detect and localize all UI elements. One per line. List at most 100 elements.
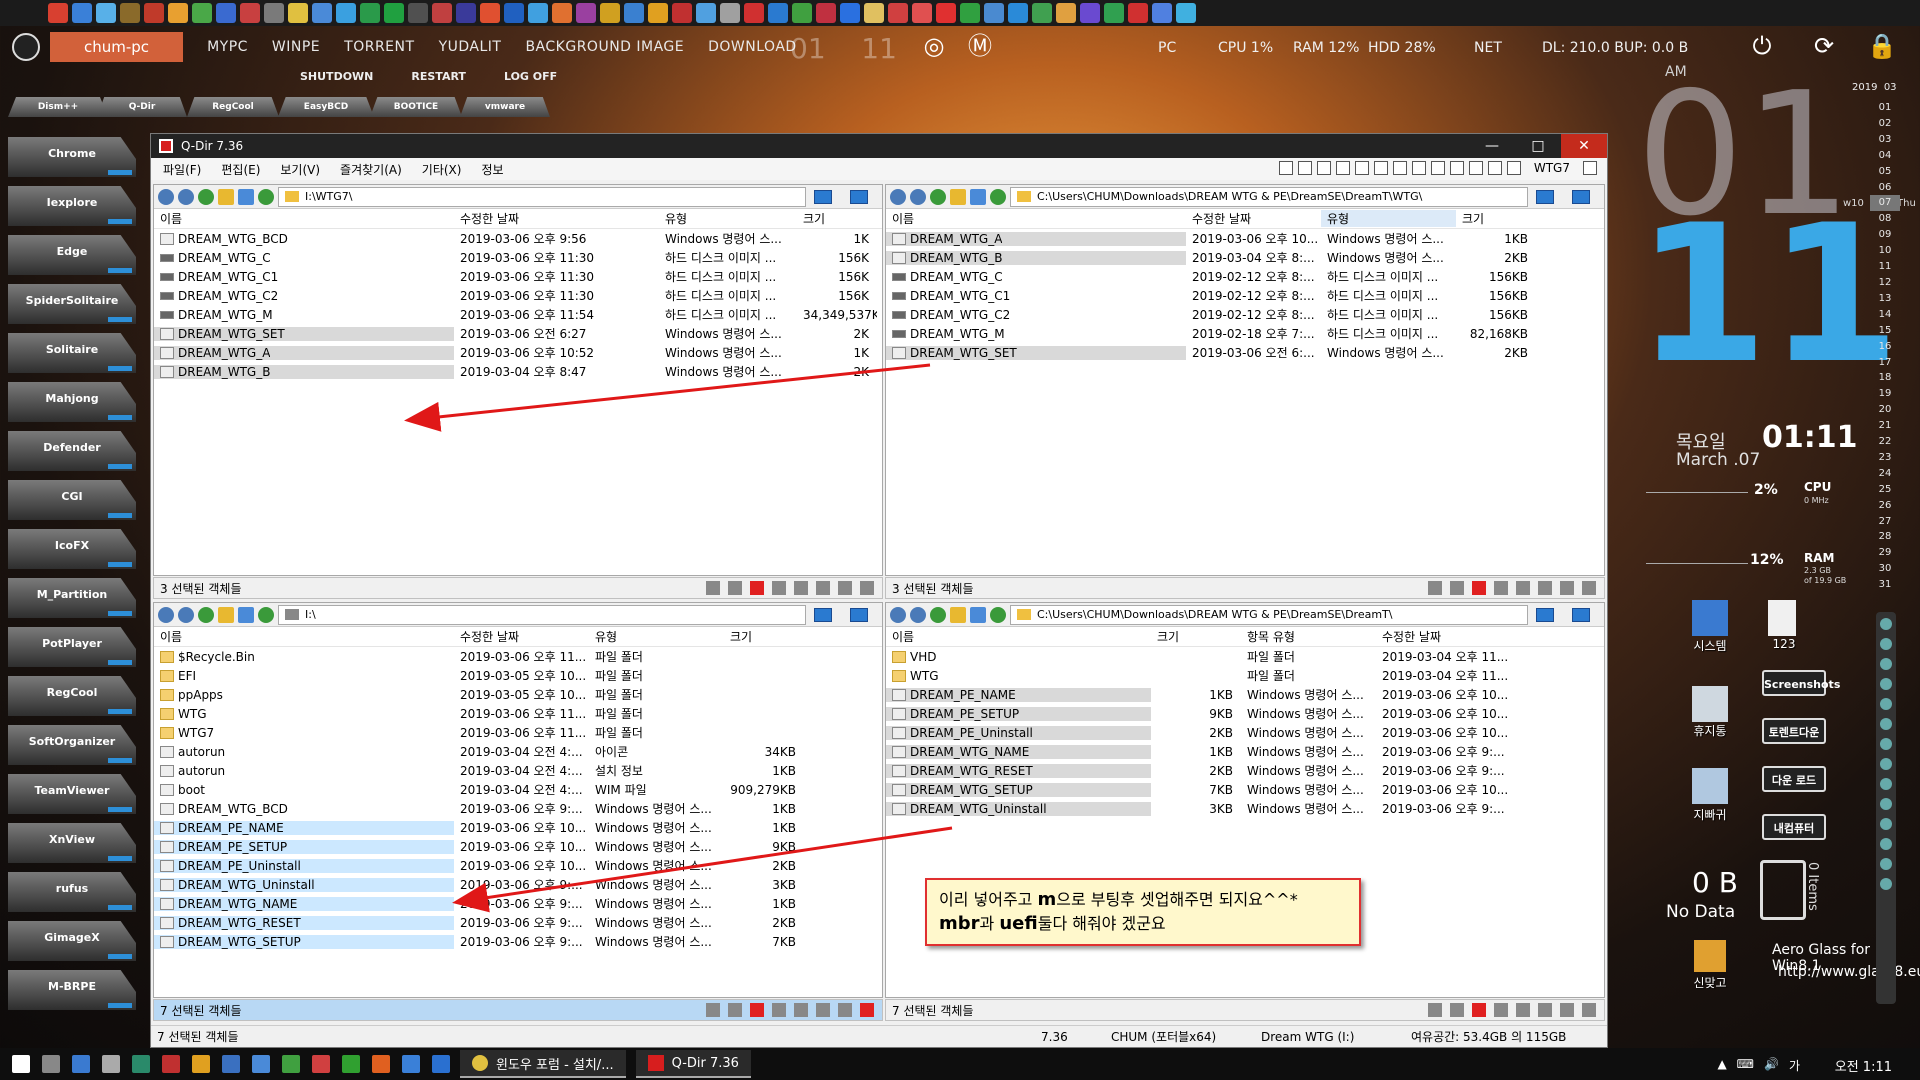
forward-icon[interactable] xyxy=(178,188,194,205)
launcher-app-icon[interactable] xyxy=(1080,3,1100,23)
menu-file[interactable]: 파일(F) xyxy=(163,161,201,178)
dock-icon[interactable] xyxy=(1880,798,1892,810)
title-bar[interactable]: Q-Dir 7.36 — □ ✕ xyxy=(151,134,1607,158)
cut-icon[interactable] xyxy=(1494,1003,1508,1017)
layout-icon[interactable] xyxy=(1316,161,1331,175)
launcher-app-icon[interactable] xyxy=(1152,3,1172,23)
file-row[interactable]: autorun 2019-03-04 오전 4:... 아이콘 34KB xyxy=(154,742,882,761)
paste-icon[interactable] xyxy=(1538,1003,1552,1017)
launcher-app-icon[interactable] xyxy=(936,3,956,23)
side-launcher-item[interactable]: Edge xyxy=(8,235,136,275)
side-launcher-item[interactable]: Mahjong xyxy=(8,382,136,422)
launcher-app-icon[interactable] xyxy=(768,3,788,23)
col-date[interactable]: 수정한 날짜 xyxy=(1186,210,1321,227)
tool-icon[interactable] xyxy=(1428,581,1442,595)
forward-icon[interactable] xyxy=(178,606,194,623)
new-folder-icon[interactable] xyxy=(218,606,234,623)
launcher-app-icon[interactable] xyxy=(552,3,572,23)
col-name[interactable]: 이름 xyxy=(154,210,454,227)
app-icon[interactable] xyxy=(312,1055,330,1073)
dock-icon[interactable] xyxy=(1880,778,1892,790)
launcher-app-icon[interactable] xyxy=(672,3,692,23)
file-row[interactable]: DREAM_WTG_M 2019-03-06 오후 11:54 하드 디스크 이미지… xyxy=(154,305,882,324)
launcher-app-icon[interactable] xyxy=(840,3,860,23)
layout-icon[interactable] xyxy=(1449,161,1464,175)
layout-icon[interactable] xyxy=(1430,161,1445,175)
settings-icon[interactable] xyxy=(42,1055,60,1073)
file-row[interactable]: DREAM_WTG_A 2019-03-06 오후 10:52 Windows 명령… xyxy=(154,343,882,362)
file-row[interactable]: autorun 2019-03-04 오전 4:... 설치 정보 1KB xyxy=(154,761,882,780)
delete-icon[interactable] xyxy=(1472,1003,1486,1017)
layout-icon[interactable] xyxy=(1392,161,1407,175)
tool-tab-qdir[interactable]: Q-Dir xyxy=(97,97,187,117)
edit-icon[interactable] xyxy=(838,1003,852,1017)
cut-icon[interactable] xyxy=(1494,581,1508,595)
col-type[interactable]: 유형 xyxy=(659,210,797,227)
side-launcher-item[interactable]: RegCool xyxy=(8,676,136,716)
file-row[interactable]: DREAM_PE_NAME 1KB Windows 명령어 스... 2019-03-… xyxy=(886,685,1604,704)
up-icon[interactable] xyxy=(930,606,946,623)
col-type[interactable]: 유형 xyxy=(1321,210,1456,227)
monitor-icon[interactable] xyxy=(850,607,868,622)
back-icon[interactable] xyxy=(158,188,174,205)
dock-icon[interactable] xyxy=(1880,718,1892,730)
pane-status-text[interactable]: 3 선택된 객체들 xyxy=(892,580,974,597)
delete-icon[interactable] xyxy=(750,581,764,595)
layout-icon[interactable] xyxy=(1297,161,1312,175)
game-icon[interactable] xyxy=(1694,940,1726,972)
back-icon[interactable] xyxy=(890,606,906,623)
layout-icon[interactable] xyxy=(1373,161,1388,175)
back-icon[interactable] xyxy=(158,606,174,623)
screenshots-button[interactable]: Screenshots xyxy=(1762,670,1840,696)
file-row[interactable]: DREAM_WTG_C2 2019-03-06 오후 11:30 하드 디스크 이미… xyxy=(154,286,882,305)
properties-icon[interactable] xyxy=(1582,1003,1596,1017)
nav-mypc[interactable]: MYPC xyxy=(207,39,248,55)
new-folder-icon[interactable] xyxy=(950,188,966,205)
properties-icon[interactable] xyxy=(860,581,874,595)
col-size[interactable]: 크기 xyxy=(724,628,804,645)
volume-icon[interactable]: 🔊 xyxy=(1764,1057,1779,1074)
address-bar[interactable]: I:\ xyxy=(278,604,806,625)
file-row[interactable]: DREAM_WTG_B 2019-03-04 오후 8:47 Windows 명령어… xyxy=(154,362,882,381)
file-row[interactable]: DREAM_WTG_NAME 2019-03-06 오후 9:... Windows… xyxy=(154,894,882,913)
launcher-app-icon[interactable] xyxy=(624,3,644,23)
dock-icon[interactable] xyxy=(1880,818,1892,830)
file-row[interactable]: DREAM_WTG_C 2019-02-12 오후 8:... 하드 디스크 이미지… xyxy=(886,267,1604,286)
monitor-icon[interactable] xyxy=(850,189,868,204)
file-row[interactable]: DREAM_WTG_C 2019-03-06 오후 11:30 하드 디스크 이미지… xyxy=(154,248,882,267)
launcher-app-icon[interactable] xyxy=(192,3,212,23)
task-qdir[interactable]: Q-Dir 7.36 xyxy=(635,1050,751,1078)
wipe-icon[interactable] xyxy=(1692,768,1728,804)
col-date[interactable]: 수정한 날짜 xyxy=(454,628,589,645)
refresh-icon[interactable] xyxy=(990,188,1006,205)
app-icon[interactable] xyxy=(72,1055,90,1073)
file-row[interactable]: DREAM_WTG_C2 2019-02-12 오후 8:... 하드 디스크 이미… xyxy=(886,305,1604,324)
file-row[interactable]: DREAM_PE_Uninstall 2019-03-06 오후 10... Win… xyxy=(154,856,882,875)
address-bar[interactable]: C:\Users\CHUM\Downloads\DREAM WTG & PE\D… xyxy=(1010,604,1528,625)
launcher-app-icon[interactable] xyxy=(528,3,548,23)
file-row[interactable]: DREAM_PE_SETUP 2019-03-06 오후 10... Windows… xyxy=(154,837,882,856)
file-row[interactable]: WTG 2019-03-06 오후 11... 파일 폴더 xyxy=(154,704,882,723)
paste-icon[interactable] xyxy=(816,581,830,595)
file-row[interactable]: DREAM_WTG_SET 2019-03-06 오전 6:... Windows … xyxy=(886,343,1604,362)
up-icon[interactable] xyxy=(198,188,214,205)
nav-torrent[interactable]: TORRENT xyxy=(344,39,414,55)
launcher-app-icon[interactable] xyxy=(600,3,620,23)
properties-icon[interactable] xyxy=(1582,581,1596,595)
col-name[interactable]: 이름 xyxy=(154,628,454,645)
monitor-icon[interactable] xyxy=(1572,607,1590,622)
restart-button[interactable]: RESTART xyxy=(411,70,466,83)
file-row[interactable]: DREAM_WTG_C1 2019-03-06 오후 11:30 하드 디스크 이미… xyxy=(154,267,882,286)
monitor-icon[interactable] xyxy=(814,189,832,204)
launcher-app-icon[interactable] xyxy=(480,3,500,23)
my-computer-button[interactable]: 내컴퓨터 xyxy=(1762,814,1826,840)
delete-icon[interactable] xyxy=(750,1003,764,1017)
file-row[interactable]: EFI 2019-03-05 오후 10... 파일 폴더 xyxy=(154,666,882,685)
refresh-icon[interactable] xyxy=(258,188,274,205)
side-launcher-item[interactable]: M_Partition xyxy=(8,578,136,618)
download-button[interactable]: 다운 로드 xyxy=(1762,766,1826,792)
profile-name[interactable]: WTG7 xyxy=(1534,161,1570,175)
edit-icon[interactable] xyxy=(1560,581,1574,595)
file-row[interactable]: DREAM_WTG_BCD 2019-03-06 오후 9:... Windows … xyxy=(154,799,882,818)
layout-icon[interactable] xyxy=(1468,161,1483,175)
